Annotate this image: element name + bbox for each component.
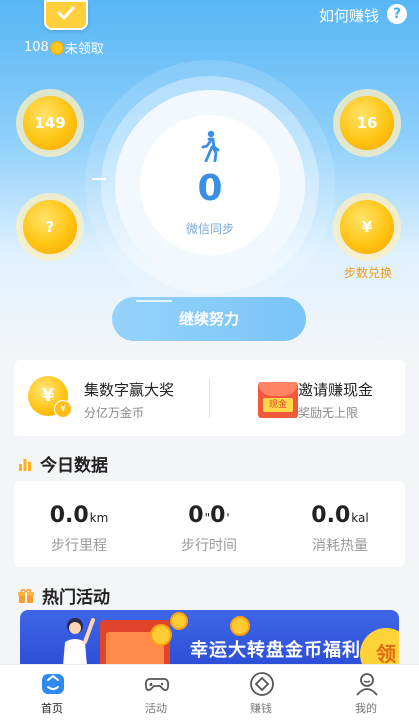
tab-activities[interactable]: 活动: [104, 665, 208, 721]
stat-time: 0"0' 步行时间: [144, 481, 274, 567]
checkin-box-icon[interactable]: [44, 0, 88, 30]
coin-bubble-top-left[interactable]: 149: [23, 96, 77, 150]
continue-button[interactable]: 继续努力: [112, 297, 306, 341]
tab-label: 我的: [355, 702, 377, 715]
today-stats-card: 0.0km 步行里程 0"0' 步行时间 0.0kal 消耗热量: [14, 481, 405, 567]
tab-label: 首页: [41, 702, 63, 715]
promo-card: ¥ ¥ 集数字赢大奖 分亿万金币 现金 邀请赚现金 奖励无上限: [14, 360, 405, 436]
stat-calories: 0.0kal 消耗热量: [275, 481, 405, 567]
tab-label: 赚钱: [250, 702, 272, 715]
hot-activities-heading: 热门活动: [18, 583, 110, 608]
how-to-earn-link[interactable]: 如何赚钱: [319, 5, 379, 26]
receive-badge[interactable]: 领: [360, 628, 399, 666]
section-title: 热门活动: [42, 588, 110, 608]
coin-icon: [49, 40, 64, 55]
coin-illustration: [230, 616, 250, 636]
small-coin-icon: ¥: [54, 400, 72, 418]
continue-button-label: 继续努力: [178, 311, 239, 328]
step-counter-ring: 0 微信同步: [115, 90, 305, 280]
stat-label: 消耗热量: [312, 538, 368, 554]
stat-value: 0.0kal: [311, 503, 369, 528]
red-envelope-icon: 现金: [258, 382, 298, 418]
home-icon: [42, 674, 64, 694]
today-data-heading: 今日数据: [18, 451, 108, 476]
decorative-dash: [92, 178, 106, 180]
person-illustration: [63, 618, 95, 666]
tab-home[interactable]: 首页: [0, 665, 104, 721]
banner-title: 幸运大转盘金币福利: [190, 640, 361, 661]
promo-title: 邀请赚现金: [298, 381, 374, 399]
walking-person-icon: [201, 130, 220, 162]
coin-illustration: [150, 624, 172, 646]
promo-subtitle: 分亿万金币: [84, 406, 145, 420]
envelope-flap: [258, 382, 298, 396]
stat-value: 0"0': [188, 503, 230, 528]
help-icon[interactable]: ?: [387, 4, 407, 24]
coin-bubble-bottom-left[interactable]: ?: [23, 200, 77, 254]
stat-label: 步行时间: [181, 538, 237, 554]
stat-value: 0.0km: [49, 503, 109, 528]
coin-illustration: [170, 612, 188, 630]
wechat-sync-label[interactable]: 微信同步: [115, 220, 305, 237]
coin-bubble-top-right[interactable]: 16: [340, 96, 394, 150]
step-exchange-bubble[interactable]: ¥: [340, 200, 394, 254]
section-title: 今日数据: [40, 456, 108, 476]
tab-mine[interactable]: 我的: [314, 665, 418, 721]
gift-icon: [18, 588, 34, 603]
coins-suffix: 未领取: [64, 42, 104, 57]
envelope-label: 现金: [263, 398, 293, 412]
bottom-tab-bar: 首页 活动 赚钱 我的: [0, 664, 419, 721]
lucky-wheel-banner[interactable]: 幸运大转盘金币福利 领: [20, 610, 399, 666]
promo-title: 集数字赢大奖: [84, 381, 175, 399]
stat-distance: 0.0km 步行里程: [14, 481, 144, 567]
diamond-icon: [250, 672, 274, 696]
step-exchange-label[interactable]: 步数兑换: [340, 264, 396, 281]
unclaimed-coins-text: 108 未领取: [24, 38, 104, 57]
unclaimed-coins-widget[interactable]: 108 未领取: [24, 0, 114, 58]
gamepad-icon: [144, 678, 170, 692]
bar-chart-icon: [19, 458, 31, 471]
button-shine: [136, 300, 172, 302]
step-count: 0: [197, 168, 223, 209]
promo-subtitle: 奖励无上限: [298, 406, 359, 420]
tab-earn[interactable]: 赚钱: [209, 665, 313, 721]
collect-digits-promo[interactable]: ¥ ¥ 集数字赢大奖 分亿万金币: [14, 360, 209, 436]
tab-label: 活动: [145, 702, 167, 715]
stat-label: 步行里程: [51, 538, 107, 554]
invite-promo[interactable]: 现金 邀请赚现金 奖励无上限: [210, 360, 405, 436]
user-icon: [356, 673, 378, 696]
coins-count: 108: [24, 40, 49, 55]
